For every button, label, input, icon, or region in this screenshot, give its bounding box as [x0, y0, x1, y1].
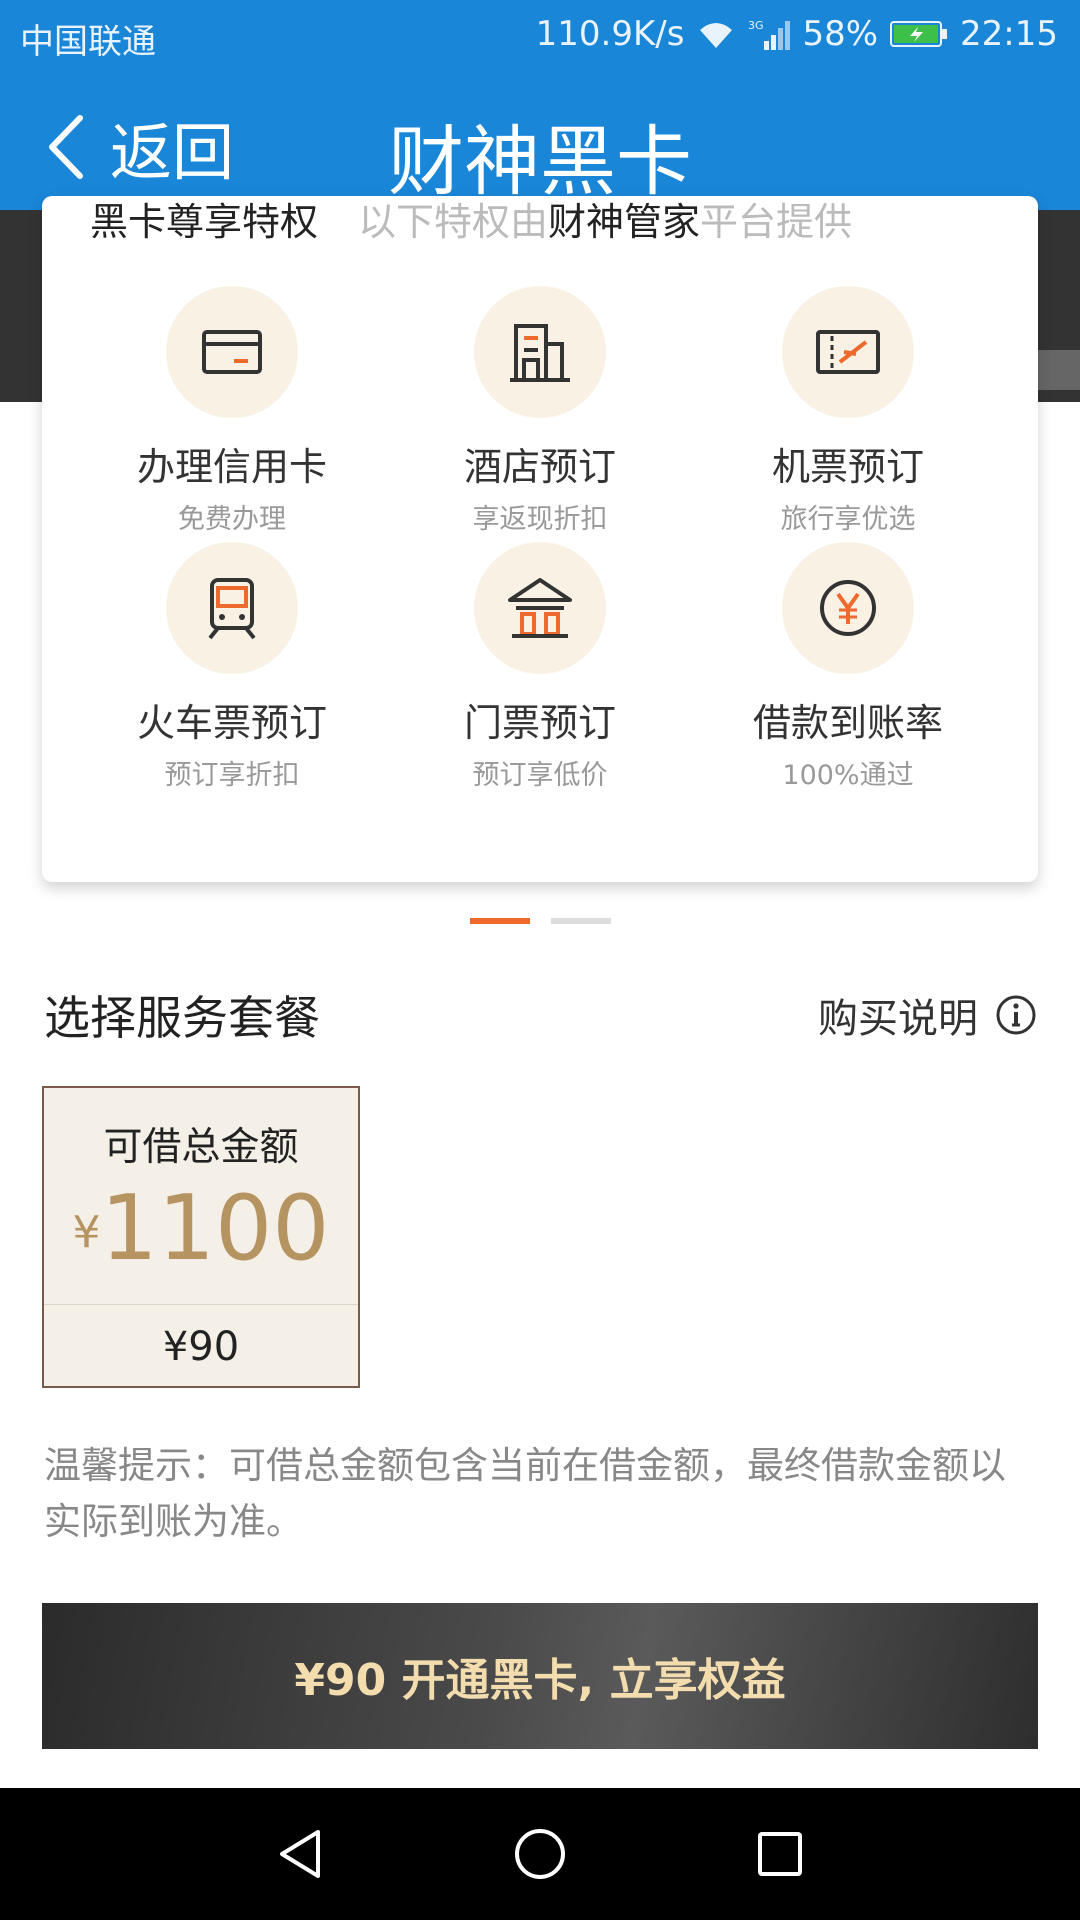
privilege-item-sub: 享返现折扣: [472, 504, 608, 535]
nav-home-button[interactable]: [510, 1824, 570, 1884]
privilege-item-sub: 预订享低价: [472, 760, 608, 791]
section-title: 选择服务套餐: [44, 991, 320, 1045]
square-recents-icon: [758, 1832, 802, 1876]
privilege-item-sub: 旅行享优选: [780, 504, 916, 535]
privilege-card: 黑卡尊享特权 以下特权由财神管家平台提供 办理信用卡 免费办理 酒店预订 享返现…: [42, 196, 1038, 882]
privilege-item-label: 办理信用卡: [136, 445, 327, 489]
carrier-name: 中国联通: [20, 22, 156, 62]
service-package-option[interactable]: 可借总金额 ¥1100 ¥90: [42, 1086, 360, 1388]
nav-recents-button[interactable]: [750, 1824, 810, 1884]
package-amount: ¥1100: [44, 1176, 358, 1281]
package-caption: 可借总金额: [103, 1125, 299, 1170]
privilege-item-attraction[interactable]: 门票预订 预订享低价: [410, 542, 670, 792]
amount-value: 1100: [100, 1176, 330, 1281]
pager-dot[interactable]: [551, 918, 611, 924]
network-type: 3G: [748, 19, 764, 32]
pager-dot-active[interactable]: [470, 918, 530, 924]
status-bar: 中国联通 110.9K/s 3G 58% 22:15: [0, 0, 1080, 72]
attraction-ticket-icon: [508, 578, 572, 638]
battery-percent: 58%: [802, 14, 879, 54]
privilege-heading: 黑卡尊享特权: [90, 200, 319, 244]
privilege-item-train[interactable]: 火车票预订 预订享折扣: [102, 542, 362, 792]
package-price: ¥90: [162, 1324, 240, 1370]
privilege-item-sub: 免费办理: [178, 504, 286, 535]
privilege-item-flight[interactable]: 机票预订 旅行享优选: [718, 286, 978, 536]
currency-symbol: ¥: [72, 1207, 101, 1258]
divider: [44, 1304, 358, 1305]
signal-icon: 3G: [748, 19, 791, 50]
privilege-item-sub: 预订享折扣: [164, 760, 300, 791]
nav-back-button[interactable]: [270, 1824, 330, 1884]
yuan-icon: [820, 580, 876, 636]
title-bar: 返回 财神黑卡: [0, 72, 1080, 210]
cta-label: ¥90 开通黑卡, 立享权益: [294, 1655, 786, 1706]
battery-icon: [890, 21, 948, 47]
hotel-icon: [510, 324, 570, 382]
privilege-item-credit-card[interactable]: 办理信用卡 免费办理: [102, 286, 362, 536]
train-icon: [208, 578, 256, 640]
triangle-back-icon: [280, 1830, 320, 1878]
privilege-item-label: 机票预订: [771, 445, 924, 489]
privilege-subheading: 以下特权由财神管家平台提供: [358, 200, 853, 244]
privilege-item-label: 门票预订: [463, 701, 616, 745]
privilege-item-loan-rate[interactable]: 借款到账率 100%通过: [718, 542, 978, 792]
info-icon: [996, 995, 1036, 1035]
system-nav-bar: [0, 1788, 1080, 1920]
platform-name: 财神管家: [548, 200, 701, 244]
credit-card-icon: [202, 330, 262, 374]
privilege-item-label: 酒店预订: [463, 445, 616, 489]
activate-black-card-button[interactable]: ¥90 开通黑卡, 立享权益: [42, 1603, 1038, 1749]
privilege-card-header: 黑卡尊享特权 以下特权由财神管家平台提供: [90, 196, 852, 246]
wifi-icon: [700, 23, 733, 48]
flight-ticket-icon: [816, 330, 880, 374]
buy-info-link[interactable]: 购买说明: [818, 986, 1038, 1044]
privilege-item-sub: 100%通过: [782, 760, 914, 791]
status-indicators: 110.9K/s 3G 58% 22:15: [536, 14, 1058, 54]
privilege-item-label: 借款到账率: [752, 701, 943, 745]
warm-tip: 温馨提示：可借总金额包含当前在借金额，最终借款金额以实际到账为准。: [44, 1444, 1006, 1543]
clock: 22:15: [960, 14, 1058, 54]
privilege-item-label: 火车票预订: [136, 701, 327, 745]
buy-info-label: 购买说明: [818, 996, 978, 1042]
privilege-item-hotel[interactable]: 酒店预订 享返现折扣: [410, 286, 670, 536]
page-title: 财神黑卡: [388, 117, 692, 206]
network-speed: 110.9K/s: [535, 14, 685, 54]
circle-home-icon: [515, 1829, 565, 1879]
